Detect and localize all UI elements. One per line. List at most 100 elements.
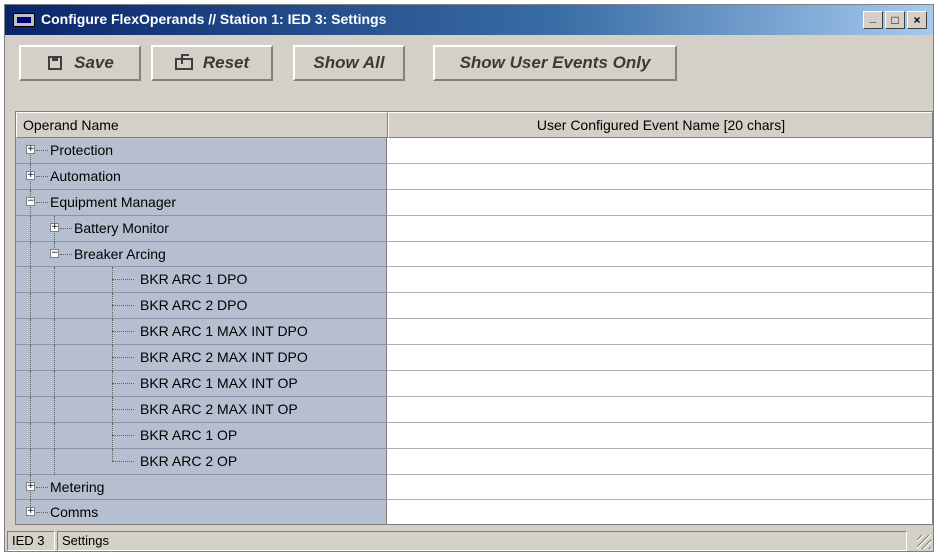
reset-icon	[174, 54, 195, 72]
operand-name-cell[interactable]: − Equipment Manager	[16, 189, 387, 216]
maximize-icon: □	[891, 13, 899, 27]
tree-connector	[36, 150, 48, 151]
collapse-icon[interactable]: −	[26, 196, 35, 206]
tree-connector	[60, 227, 72, 229]
event-name-cell[interactable]	[387, 345, 932, 372]
resize-grip-icon[interactable]	[917, 535, 931, 549]
event-name-cell[interactable]	[387, 396, 932, 423]
tree-connector	[36, 486, 48, 488]
reset-button[interactable]: Reset	[151, 45, 273, 81]
event-name-cell[interactable]	[387, 241, 932, 268]
table-row[interactable]: BKR ARC 2 OP	[16, 448, 932, 475]
maximize-button[interactable]: □	[885, 11, 905, 29]
tree-guide-line	[30, 422, 31, 449]
title-bar[interactable]: Configure FlexOperands // Station 1: IED…	[5, 5, 933, 35]
table-row[interactable]: BKR ARC 2 MAX INT OP	[16, 396, 932, 423]
expand-icon[interactable]: +	[50, 222, 59, 232]
tree-guide-line	[54, 396, 55, 423]
column-header-event-name[interactable]: User Configured Event Name [20 chars]	[388, 112, 932, 138]
table-row[interactable]: BKR ARC 1 DPO	[16, 267, 932, 294]
event-name-cell[interactable]	[387, 163, 932, 190]
table-row[interactable]: + Comms	[16, 500, 932, 524]
table-row[interactable]: − Breaker Arcing	[16, 241, 932, 268]
toolbar: Save Reset Show All Show User Events Onl…	[5, 37, 933, 93]
tree-guide-line	[54, 371, 55, 398]
operand-name-cell[interactable]: BKR ARC 1 OP	[16, 422, 387, 449]
operand-name-cell[interactable]: BKR ARC 1 MAX INT OP	[16, 371, 387, 398]
show-all-label: Show All	[313, 53, 385, 72]
table-row[interactable]: + Protection	[16, 138, 932, 176]
tree-connector	[36, 201, 48, 203]
table-row[interactable]: + Metering	[16, 474, 932, 501]
minimize-icon: _	[869, 10, 877, 24]
operand-label: BKR ARC 1 OP	[140, 426, 238, 443]
tree-guide-line	[112, 371, 113, 398]
tree-guide-line	[54, 448, 55, 475]
tree-connector	[60, 253, 72, 255]
operand-name-cell[interactable]: − Breaker Arcing	[16, 241, 387, 268]
operand-name-cell[interactable]: BKR ARC 2 OP	[16, 448, 387, 475]
tree-guide-line	[54, 422, 55, 449]
operand-name-cell[interactable]: + Battery Monitor	[16, 215, 387, 242]
collapse-icon[interactable]: −	[50, 248, 59, 258]
operand-name-cell[interactable]: BKR ARC 1 MAX INT DPO	[16, 319, 387, 346]
operand-name-cell[interactable]: + Automation	[16, 163, 387, 190]
operand-name-cell[interactable]: + Comms	[16, 500, 387, 524]
show-user-events-button[interactable]: Show User Events Only	[433, 45, 677, 81]
app-window-icon	[13, 13, 35, 27]
table-row[interactable]: BKR ARC 2 DPO	[16, 293, 932, 320]
event-name-cell[interactable]	[387, 215, 932, 242]
table-row[interactable]: BKR ARC 2 MAX INT DPO	[16, 345, 932, 372]
show-all-button[interactable]: Show All	[293, 45, 405, 81]
table-row[interactable]: BKR ARC 1 OP	[16, 422, 932, 449]
event-name-cell[interactable]	[387, 189, 932, 216]
expand-icon[interactable]: +	[26, 145, 35, 154]
operand-name-cell[interactable]: BKR ARC 2 MAX INT OP	[16, 396, 387, 423]
event-name-cell[interactable]	[387, 267, 932, 294]
tree-guide-line	[30, 371, 31, 398]
event-name-cell[interactable]	[387, 319, 932, 346]
operand-label: Equipment Manager	[50, 193, 177, 210]
tree-guide-line	[112, 345, 113, 372]
operand-label: Breaker Arcing	[74, 245, 166, 262]
operand-name-cell[interactable]: BKR ARC 1 DPO	[16, 267, 387, 294]
tree-connector	[112, 279, 134, 281]
tree-guide-line	[112, 293, 113, 320]
operand-name-cell[interactable]: BKR ARC 2 MAX INT DPO	[16, 345, 387, 372]
tree-guide-line	[112, 267, 113, 294]
save-label: Save	[74, 53, 114, 72]
expand-icon[interactable]: +	[26, 170, 35, 180]
operand-label: BKR ARC 1 MAX INT OP	[140, 375, 298, 392]
grid-rows: + Protection + Automation − Equipment Manager…	[16, 138, 932, 524]
table-row[interactable]: BKR ARC 1 MAX INT DPO	[16, 319, 932, 346]
table-row[interactable]: + Automation	[16, 163, 932, 190]
column-header-operand-name[interactable]: Operand Name	[16, 112, 388, 138]
event-name-cell[interactable]	[387, 293, 932, 320]
table-row[interactable]: BKR ARC 1 MAX INT OP	[16, 371, 932, 398]
event-name-cell[interactable]	[387, 422, 932, 449]
table-row[interactable]: − Equipment Manager	[16, 189, 932, 216]
operand-label: Battery Monitor	[74, 219, 169, 236]
table-row[interactable]: + Battery Monitor	[16, 215, 932, 242]
operand-label: BKR ARC 2 MAX INT OP	[140, 400, 298, 417]
operand-name-cell[interactable]: BKR ARC 2 DPO	[16, 293, 387, 320]
operand-name-cell[interactable]: + Protection	[16, 138, 387, 176]
operand-name-cell[interactable]: + Metering	[16, 474, 387, 501]
tree-guide-line	[30, 267, 31, 294]
tree-guide-line	[30, 448, 31, 475]
tree-connector	[112, 434, 134, 436]
tree-guide-line	[30, 396, 31, 423]
event-name-cell[interactable]	[387, 371, 932, 397]
event-name-cell[interactable]	[387, 448, 932, 475]
event-name-cell[interactable]	[387, 138, 932, 164]
operand-label: BKR ARC 1 MAX INT DPO	[140, 323, 308, 340]
event-name-cell[interactable]	[387, 474, 932, 501]
close-button[interactable]: ×	[907, 11, 927, 29]
minimize-button[interactable]: _	[863, 10, 883, 29]
save-button[interactable]: Save	[19, 45, 141, 81]
expand-icon[interactable]: +	[26, 481, 35, 491]
operand-label: BKR ARC 2 MAX INT DPO	[140, 349, 308, 366]
expand-icon[interactable]: +	[26, 507, 35, 517]
event-name-cell[interactable]	[387, 500, 932, 524]
operand-label: Comms	[50, 504, 99, 521]
